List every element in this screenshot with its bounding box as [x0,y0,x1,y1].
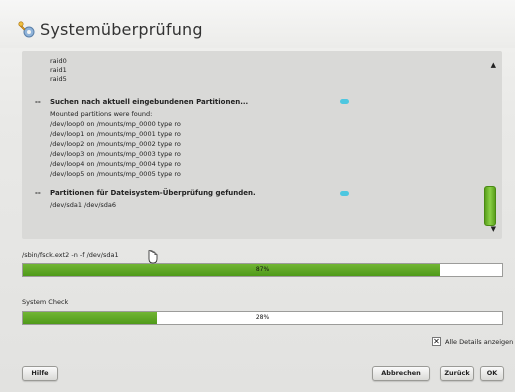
progress-primary-text: 87% [255,266,270,273]
log-heading: Partitionen für Dateisystem-Überprüfung … [50,189,256,197]
progress-secondary-bar: 28% [22,311,503,325]
log-line: /dev/loop1 on /mounts/mp_0001 type ro [50,130,181,138]
mouse-cursor-icon [148,250,158,264]
status-marker [340,99,349,104]
log-line: /dev/loop3 on /mounts/mp_0003 type ro [50,150,181,158]
cancel-button[interactable]: Abbrechen [372,366,430,381]
log-line: /dev/sda1 /dev/sda6 [50,201,117,209]
log-line: raid1 [50,66,67,74]
scroll-down-arrow-icon[interactable]: ▼ [491,225,496,233]
scroll-up-arrow-icon[interactable]: ▲ [491,61,496,69]
log-line: /dev/loop4 on /mounts/mp_0004 type ro [50,160,181,168]
log-line: Mounted partitions were found: [50,110,153,118]
progress-primary-label: /sbin/fsck.ext2 -n -f /dev/sda1 [22,251,119,259]
help-button[interactable]: Hilfe [22,366,58,381]
status-marker [340,191,349,196]
progress-secondary-text: 28% [255,314,270,321]
window-header: Systemüberprüfung [0,0,515,48]
details-checkbox-label[interactable]: Alle Details anzeigen [445,338,513,346]
log-line: /dev/loop0 on /mounts/mp_0000 type ro [50,120,181,128]
progress-secondary-label: System Check [22,298,69,306]
scrollbar-thumb[interactable] [484,186,496,226]
wrench-gear-icon [18,21,35,38]
back-button[interactable]: Zurück [440,366,474,381]
log-bullet: -- [35,189,41,197]
log-heading: Suchen nach aktuell eingebundenen Partit… [50,98,249,106]
ok-button[interactable]: OK [480,366,504,381]
log-bullet: -- [35,98,41,106]
log-line: /dev/loop5 on /mounts/mp_0005 type ro [50,170,181,178]
window-title: Systemüberprüfung [40,20,203,39]
log-line: raid5 [50,75,67,83]
log-panel[interactable]: raid0 raid1 raid5 -- Suchen nach aktuell… [22,51,502,239]
log-line: raid0 [50,57,67,65]
details-checkbox[interactable]: ✕ [432,337,441,346]
log-line: /dev/loop2 on /mounts/mp_0002 type ro [50,140,181,148]
progress-primary-bar: 87% [22,263,503,277]
